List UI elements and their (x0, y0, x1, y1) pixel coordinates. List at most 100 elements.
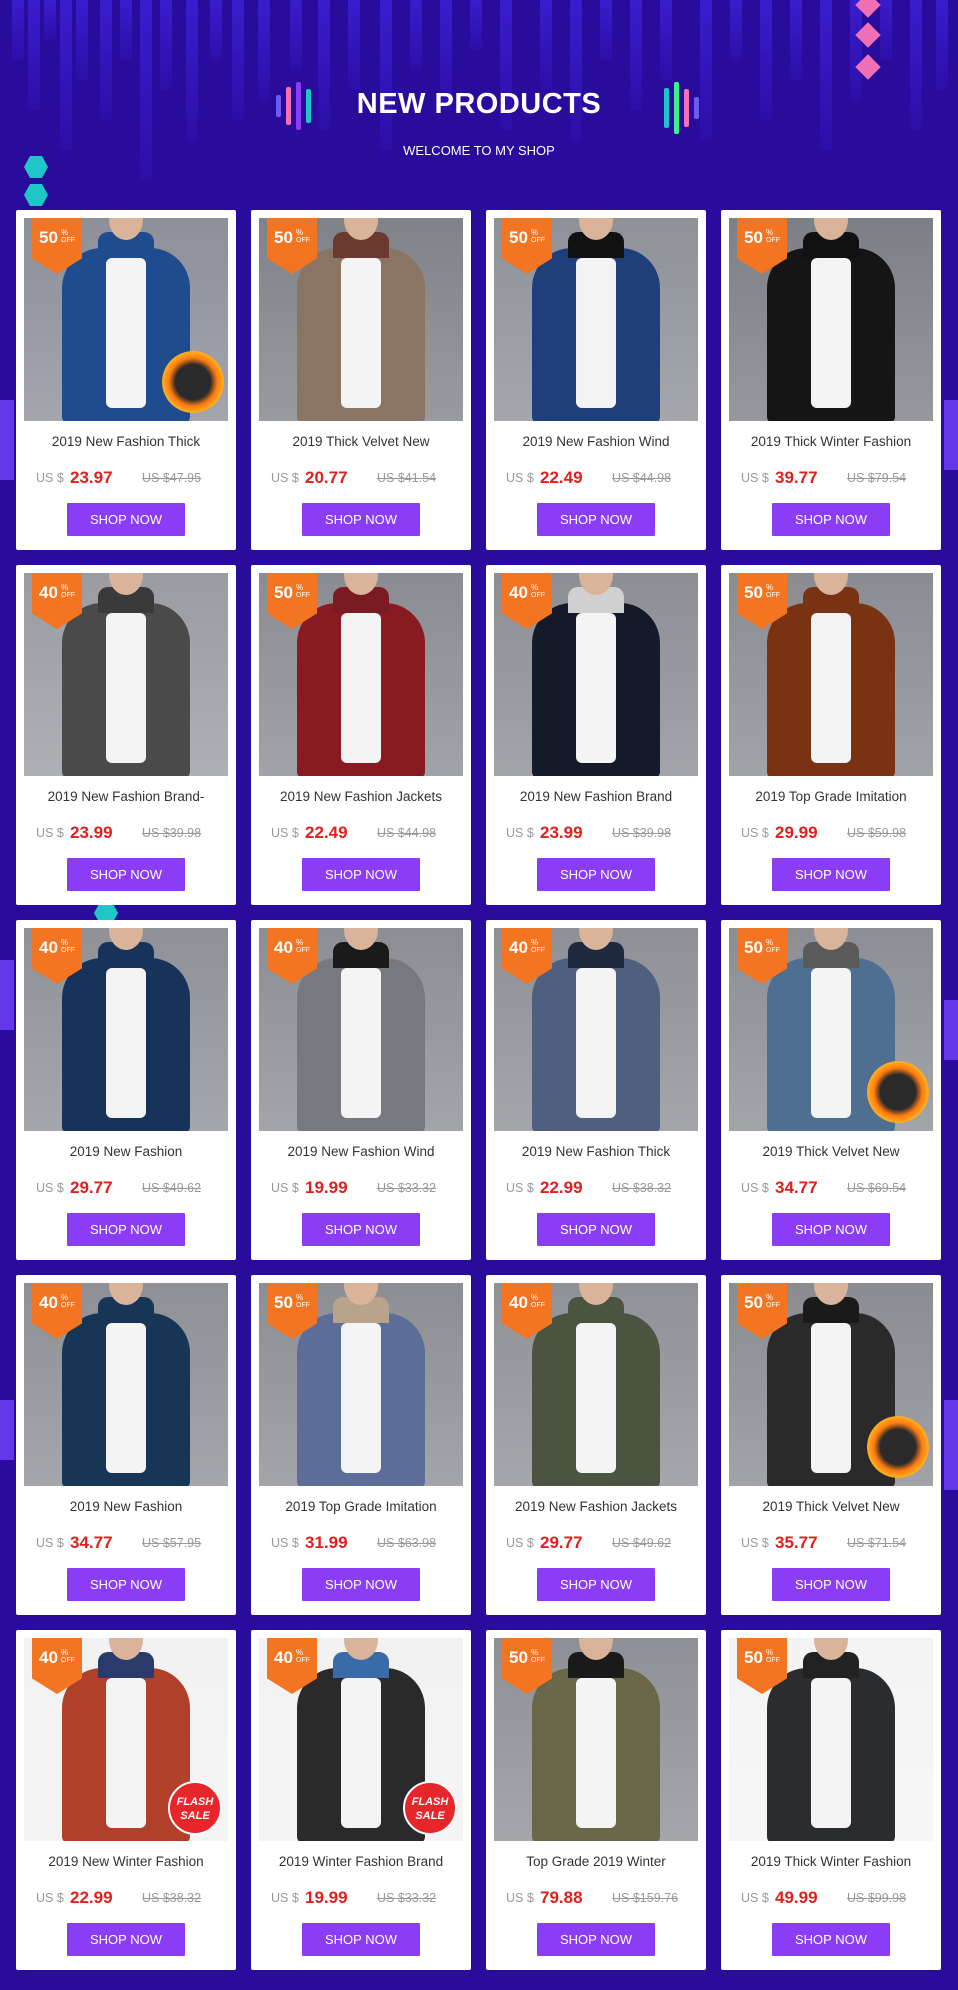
shop-now-button[interactable]: SHOP NOW (772, 1568, 890, 1601)
discount-off-label: OFF (61, 1302, 75, 1309)
shop-now-button[interactable]: SHOP NOW (67, 1213, 185, 1246)
shop-now-button[interactable]: SHOP NOW (537, 1568, 655, 1601)
shirt-illustration (576, 258, 616, 408)
product-card[interactable]: 50% OFF 2019 New Fashion Jackets US $22.49 U… (251, 565, 471, 905)
product-title[interactable]: 2019 Thick Velvet New (729, 1499, 933, 1527)
product-title[interactable]: 2019 Top Grade Imitation (259, 1499, 463, 1527)
shop-now-button[interactable]: SHOP NOW (537, 858, 655, 891)
shop-now-button[interactable]: SHOP NOW (67, 1568, 185, 1601)
product-image[interactable]: 40% OFF (24, 1283, 228, 1486)
product-image[interactable]: 40% OFF (494, 928, 698, 1131)
shop-now-button[interactable]: SHOP NOW (67, 858, 185, 891)
currency-label: US $ (506, 826, 534, 840)
product-image[interactable]: 50% OFF (24, 218, 228, 421)
product-image[interactable]: 50% OFF (494, 1638, 698, 1841)
product-title[interactable]: 2019 Thick Velvet New (259, 434, 463, 462)
product-image[interactable]: 50% OFF (729, 218, 933, 421)
shirt-illustration (341, 968, 381, 1118)
product-image[interactable]: 40% OFF (494, 573, 698, 776)
product-image[interactable]: 50% OFF (729, 1283, 933, 1486)
product-card[interactable]: 40% OFF 2019 New Fashion Jackets US $29.77 U… (486, 1275, 706, 1615)
product-image[interactable]: 50% OFF (729, 1638, 933, 1841)
product-card[interactable]: FLASH SALE 40% OFF 2019 New Winter Fashion U… (16, 1630, 236, 1970)
price-row: US $ 31.99 US $63.98 (271, 1533, 461, 1553)
product-card[interactable]: 40% OFF 2019 New Fashion Wind US $19.99 US $… (251, 920, 471, 1260)
product-title[interactable]: 2019 Thick Velvet New (729, 1144, 933, 1172)
discount-value: 40 (274, 938, 293, 957)
original-price: US $38.32 (142, 1891, 202, 1905)
page-subtitle: WELCOME TO MY SHOP (403, 143, 555, 158)
shop-now-button[interactable]: SHOP NOW (772, 1923, 890, 1956)
product-card[interactable]: 40% OFF 2019 New Fashion Brand- US $23.99 US… (16, 565, 236, 905)
product-title[interactable]: 2019 New Fashion Thick (24, 434, 228, 462)
product-title[interactable]: 2019 New Winter Fashion (24, 1854, 228, 1882)
product-title[interactable]: 2019 New Fashion Wind (494, 434, 698, 462)
discount-percent-sign: % (766, 1293, 774, 1302)
product-image[interactable]: 50% OFF (729, 928, 933, 1131)
original-price: US $59.98 (847, 826, 907, 840)
currency-label: US $ (271, 1891, 299, 1905)
shop-now-button[interactable]: SHOP NOW (537, 1923, 655, 1956)
product-title[interactable]: 2019 New Fashion Jackets (494, 1499, 698, 1527)
shop-now-button[interactable]: SHOP NOW (302, 858, 420, 891)
shop-now-button[interactable]: SHOP NOW (302, 503, 420, 536)
product-image[interactable]: 50% OFF (259, 1283, 463, 1486)
product-card[interactable]: 50% OFF 2019 Thick Winter Fashion US $ 49.99… (721, 1630, 941, 1970)
product-image[interactable]: 50% OFF (494, 218, 698, 421)
product-image[interactable]: 40% OFF (259, 928, 463, 1131)
product-title[interactable]: 2019 Thick Winter Fashion (729, 434, 933, 462)
product-card[interactable]: 50% OFF 2019 Thick Velvet New US $35.77 US $… (721, 1275, 941, 1615)
product-image[interactable]: 40% OFF (24, 573, 228, 776)
product-card[interactable]: 50% OFF 2019 New Fashion Thick US $23.97 US … (16, 210, 236, 550)
shop-now-button[interactable]: SHOP NOW (772, 858, 890, 891)
product-card[interactable]: 50% OFF 2019 Thick Velvet New US $20.77 US $… (251, 210, 471, 550)
product-card[interactable]: 40% OFF 2019 New Fashion US $ 29.77 US $49.62… (16, 920, 236, 1260)
product-card[interactable]: 40% OFF 2019 New Fashion Thick US $22.99 US … (486, 920, 706, 1260)
product-card[interactable]: 50% OFF 2019 Thick Velvet New US $34.77 US $… (721, 920, 941, 1260)
product-card[interactable]: 50% OFF 2019 New Fashion Wind US $22.49 US $… (486, 210, 706, 550)
product-image[interactable]: 50% OFF (259, 218, 463, 421)
shop-now-button[interactable]: SHOP NOW (302, 1568, 420, 1601)
shop-now-button[interactable]: SHOP NOW (67, 1923, 185, 1956)
product-title[interactable]: 2019 New Fashion Jackets (259, 789, 463, 817)
price-row: US $ 23.99 US $39.98 (36, 823, 226, 843)
shop-now-button[interactable]: SHOP NOW (67, 503, 185, 536)
product-title[interactable]: 2019 New Fashion (24, 1144, 228, 1172)
product-title[interactable]: Top Grade 2019 Winter (494, 1854, 698, 1882)
product-image[interactable]: FLASH SALE 40% OFF (24, 1638, 228, 1841)
product-title[interactable]: 2019 New Fashion (24, 1499, 228, 1527)
product-image[interactable]: FLASH SALE 40% OFF (259, 1638, 463, 1841)
product-title[interactable]: 2019 New Fashion Brand- (24, 789, 228, 817)
product-title[interactable]: 2019 New Fashion Brand (494, 789, 698, 817)
shop-now-button[interactable]: SHOP NOW (537, 1213, 655, 1246)
shop-now-button[interactable]: SHOP NOW (302, 1213, 420, 1246)
product-card[interactable]: 50% OFF 2019 Top Grade Imitation US $29.99 U… (721, 565, 941, 905)
sale-price: 29.77 (70, 1178, 113, 1197)
discount-value: 50 (744, 1293, 763, 1312)
product-title[interactable]: 2019 Thick Winter Fashion (729, 1854, 933, 1882)
price-row: US $ 22.49 US $44.98 (271, 823, 461, 843)
product-title[interactable]: 2019 Top Grade Imitation (729, 789, 933, 817)
product-card[interactable]: 50% OFF 2019 Thick Winter Fashion US $ 39.77… (721, 210, 941, 550)
product-card[interactable]: 50% OFF 2019 Top Grade Imitation US $31.99 U… (251, 1275, 471, 1615)
fleece-lining-icon (162, 351, 224, 413)
discount-percent-sign: % (296, 938, 304, 947)
product-image[interactable]: 50% OFF (729, 573, 933, 776)
shop-now-button[interactable]: SHOP NOW (772, 503, 890, 536)
product-title[interactable]: 2019 New Fashion Wind (259, 1144, 463, 1172)
product-title[interactable]: 2019 New Fashion Thick (494, 1144, 698, 1172)
shop-now-button[interactable]: SHOP NOW (772, 1213, 890, 1246)
product-image[interactable]: 40% OFF (494, 1283, 698, 1486)
discount-value: 50 (509, 228, 528, 247)
discount-off-label: OFF (296, 237, 310, 244)
shop-now-button[interactable]: SHOP NOW (537, 503, 655, 536)
product-card[interactable]: 40% OFF 2019 New Fashion Brand US $23.99 US … (486, 565, 706, 905)
shop-now-button[interactable]: SHOP NOW (302, 1923, 420, 1956)
product-title[interactable]: 2019 Winter Fashion Brand (259, 1854, 463, 1882)
product-card[interactable]: FLASH SALE 40% OFF 2019 Winter Fashion Bran… (251, 1630, 471, 1970)
product-image[interactable]: 50% OFF (259, 573, 463, 776)
product-card[interactable]: 50% OFF Top Grade 2019 Winter US $79.88 US $… (486, 1630, 706, 1970)
sale-price: 34.77 (70, 1533, 113, 1552)
product-image[interactable]: 40% OFF (24, 928, 228, 1131)
product-card[interactable]: 40% OFF 2019 New Fashion US $ 34.77 US $57.95… (16, 1275, 236, 1615)
